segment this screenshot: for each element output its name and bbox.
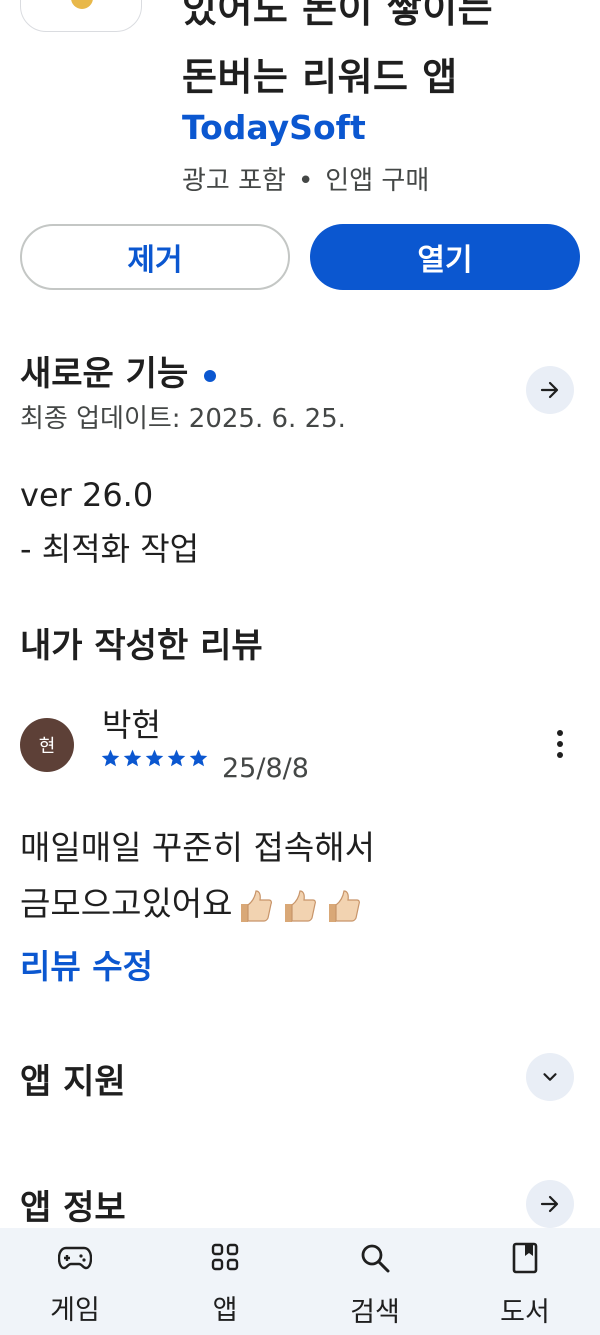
- thumbs-up-icon: [240, 889, 272, 922]
- in-app-purchase-label: 인앱 구매: [325, 166, 430, 196]
- app-support-expand-button[interactable]: [526, 1053, 574, 1101]
- coin-icon: [71, 0, 93, 9]
- review-text: 매일매일 꾸준히 접속해서 금모으고있어요: [20, 820, 375, 932]
- apps-grid-icon: [211, 1243, 239, 1271]
- nav-label-search: 검색: [350, 1297, 400, 1328]
- review-text-line-2: 금모으고있어요: [20, 876, 375, 932]
- star-icon: [123, 749, 142, 767]
- app-meta: 광고 포함 • 인앱 구매: [182, 160, 429, 197]
- nav-label-books: 도서: [500, 1297, 550, 1328]
- app-info-title[interactable]: 앱 정보: [20, 1180, 126, 1229]
- developer-link[interactable]: TodaySoft: [182, 108, 366, 147]
- whats-new-title: 새로운 기능: [20, 354, 189, 394]
- star-icon: [189, 749, 208, 767]
- contains-ads-label: 광고 포함: [182, 166, 286, 196]
- whats-new-arrow-button[interactable]: [526, 366, 574, 414]
- star-icon: [145, 749, 164, 767]
- app-title-line-2: 돈버는 리워드 앱: [182, 55, 458, 99]
- reviewer-name: 박현: [102, 706, 161, 744]
- review-date: 25/8/8: [222, 753, 309, 784]
- nav-item-apps[interactable]: 앱: [150, 1228, 300, 1335]
- whats-new-header[interactable]: 새로운 기능: [20, 346, 217, 395]
- nav-item-games[interactable]: 게임: [0, 1228, 150, 1335]
- gamepad-icon: [58, 1246, 92, 1270]
- app-info-arrow-button[interactable]: [526, 1180, 574, 1228]
- release-notes-item: - 최적화 작업: [20, 530, 200, 568]
- app-title-line-1: 있어도 돈이 쌓이는: [182, 0, 494, 31]
- star-icon: [101, 749, 120, 767]
- remove-button[interactable]: 제거: [20, 224, 290, 290]
- nav-label-games: 게임: [50, 1295, 100, 1326]
- release-notes-version: ver 26.0: [20, 476, 154, 514]
- arrow-right-icon: [540, 381, 559, 399]
- nav-item-search[interactable]: 검색: [300, 1228, 450, 1335]
- release-notes: ver 26.0 - 최적화 작업: [20, 468, 199, 576]
- app-icon: [20, 0, 142, 32]
- arrow-right-icon: [540, 1195, 559, 1213]
- chevron-down-icon: [543, 1073, 557, 1081]
- review-text-line-2-words: 금모으고있어요: [20, 884, 233, 923]
- bottom-navigation: 게임 앱 검색 도서: [0, 1228, 600, 1335]
- star-icon: [167, 749, 186, 767]
- nav-item-books[interactable]: 도서: [450, 1228, 600, 1335]
- meta-separator: •: [297, 166, 314, 196]
- more-options-button[interactable]: [546, 724, 574, 764]
- thumbs-up-icon: [284, 889, 316, 922]
- my-review-title: 내가 작성한 리뷰: [20, 626, 263, 666]
- star-rating: [100, 748, 209, 768]
- last-updated: 최종 업데이트: 2025. 6. 25.: [20, 404, 346, 434]
- review-text-line-1: 매일매일 꾸준히 접속해서: [20, 828, 375, 867]
- thumbs-up-icon: [328, 889, 360, 922]
- avatar: 현: [20, 718, 74, 772]
- app-support-title[interactable]: 앱 지원: [20, 1054, 126, 1103]
- nav-label-apps: 앱: [212, 1295, 238, 1326]
- open-button[interactable]: 열기: [310, 224, 580, 290]
- new-indicator-dot: [204, 369, 217, 382]
- book-icon: [512, 1242, 538, 1274]
- edit-review-link[interactable]: 리뷰 수정: [20, 940, 153, 988]
- search-icon: [361, 1244, 390, 1273]
- thumbs-up-emojis: [235, 886, 363, 926]
